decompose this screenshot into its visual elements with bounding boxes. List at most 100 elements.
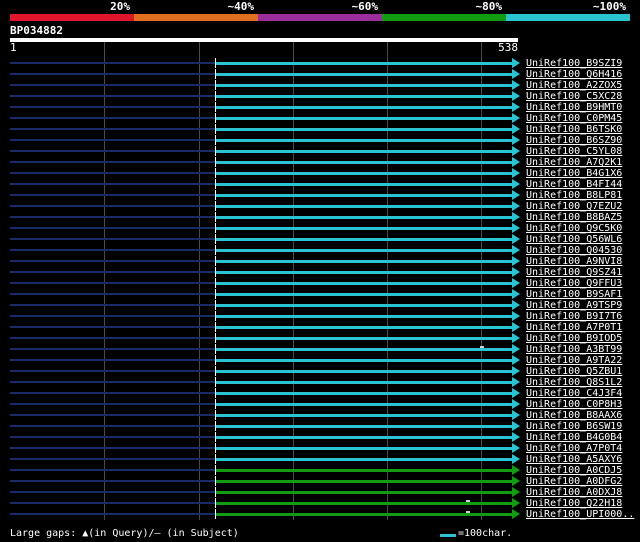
hit-row: UniRef100_A0DFG2 [0, 476, 640, 487]
hit-link[interactable]: UniRef100_Q8S1L2 [526, 377, 622, 388]
unaligned-region [10, 304, 215, 306]
unaligned-region [10, 337, 215, 339]
hit-link[interactable]: UniRef100_Q7EZU2 [526, 201, 622, 212]
hit-link[interactable]: UniRef100_A7Q2K1 [526, 157, 622, 168]
hit-alignment-bar[interactable] [216, 172, 512, 175]
hit-alignment-bar[interactable] [216, 425, 512, 428]
hit-alignment-bar[interactable] [216, 183, 512, 186]
hit-link[interactable]: UniRef100_B9IOD5 [526, 333, 622, 344]
hit-link[interactable]: UniRef100_B4G1X6 [526, 168, 622, 179]
hit-link[interactable]: UniRef100_A9TSP9 [526, 300, 622, 311]
hit-alignment-bar[interactable] [216, 326, 512, 329]
hit-alignment-bar[interactable] [216, 128, 512, 131]
hit-alignment-bar[interactable] [216, 458, 512, 461]
hit-link[interactable]: UniRef100_B9SAF1 [526, 289, 622, 300]
hit-link[interactable]: UniRef100_A3BT99 [526, 344, 622, 355]
strand-arrow-icon [512, 91, 520, 101]
strand-arrow-icon [512, 102, 520, 112]
hit-alignment-bar[interactable] [216, 447, 512, 450]
hit-alignment-bar[interactable] [216, 315, 512, 318]
unaligned-region [10, 469, 215, 471]
unaligned-region [10, 282, 215, 284]
strand-arrow-icon [512, 146, 520, 156]
hit-alignment-bar[interactable] [216, 348, 512, 351]
hit-alignment-bar[interactable] [216, 392, 512, 395]
hit-row: UniRef100_A7P0T1 [0, 322, 640, 333]
hit-alignment-bar[interactable] [216, 95, 512, 98]
hit-alignment-bar[interactable] [216, 502, 512, 505]
hit-link[interactable]: UniRef100_B8BAZ5 [526, 212, 622, 223]
hit-link[interactable]: UniRef100_Q6H416 [526, 69, 622, 80]
hit-link[interactable]: UniRef100_UPI000.. [526, 509, 634, 520]
hit-link[interactable]: UniRef100_A0DFG2 [526, 476, 622, 487]
hit-alignment-bar[interactable] [216, 403, 512, 406]
hit-link[interactable]: UniRef100_B6SW19 [526, 421, 622, 432]
hit-alignment-bar[interactable] [216, 337, 512, 340]
hit-link[interactable]: UniRef100_A7P0T4 [526, 443, 622, 454]
hit-alignment-bar[interactable] [216, 117, 512, 120]
hit-alignment-bar[interactable] [216, 293, 512, 296]
strand-arrow-icon [512, 421, 520, 431]
hit-alignment-bar[interactable] [216, 469, 512, 472]
hit-link[interactable]: UniRef100_C0P8H3 [526, 399, 622, 410]
unaligned-region [10, 161, 215, 163]
hit-link[interactable]: UniRef100_Q9SZ41 [526, 267, 622, 278]
unaligned-region [10, 491, 215, 493]
hit-alignment-bar[interactable] [216, 84, 512, 87]
hit-link[interactable]: UniRef100_Q9C5K0 [526, 223, 622, 234]
hit-link[interactable]: UniRef100_C5YL08 [526, 146, 622, 157]
hit-alignment-bar[interactable] [216, 150, 512, 153]
hit-alignment-bar[interactable] [216, 62, 512, 65]
hit-link[interactable]: UniRef100_C5XC28 [526, 91, 622, 102]
hit-link[interactable]: UniRef100_B8LP81 [526, 190, 622, 201]
hit-alignment-bar[interactable] [216, 480, 512, 483]
hit-alignment-bar[interactable] [216, 491, 512, 494]
hit-link[interactable]: UniRef100_A0CDJ5 [526, 465, 622, 476]
hit-link[interactable]: UniRef100_A7P0T1 [526, 322, 622, 333]
unaligned-region [10, 139, 215, 141]
strand-arrow-icon [512, 245, 520, 255]
hit-link[interactable]: UniRef100_C4J3F4 [526, 388, 622, 399]
unaligned-region [10, 447, 215, 449]
hit-alignment-bar[interactable] [216, 139, 512, 142]
hit-link[interactable]: UniRef100_B9HMT0 [526, 102, 622, 113]
hit-link[interactable]: UniRef100_B8AAX6 [526, 410, 622, 421]
hit-alignment-bar[interactable] [216, 513, 512, 516]
hit-alignment-bar[interactable] [216, 194, 512, 197]
hit-link[interactable]: UniRef100_B6SZ90 [526, 135, 622, 146]
hit-link[interactable]: UniRef100_A0DXJ8 [526, 487, 622, 498]
hit-link[interactable]: UniRef100_B9SZI9 [526, 58, 622, 69]
hit-alignment-bar[interactable] [216, 161, 512, 164]
hit-alignment-bar[interactable] [216, 370, 512, 373]
hit-alignment-bar[interactable] [216, 249, 512, 252]
hit-link[interactable]: UniRef100_Q9FFU3 [526, 278, 622, 289]
hit-link[interactable]: UniRef100_B4FI44 [526, 179, 622, 190]
hit-link[interactable]: UniRef100_A9NVI8 [526, 256, 622, 267]
hit-alignment-bar[interactable] [216, 359, 512, 362]
hit-link[interactable]: UniRef100_B4G0B4 [526, 432, 622, 443]
hit-link[interactable]: UniRef100_Q5ZBU1 [526, 366, 622, 377]
hit-alignment-bar[interactable] [216, 282, 512, 285]
hit-alignment-bar[interactable] [216, 216, 512, 219]
hit-alignment-bar[interactable] [216, 205, 512, 208]
hit-link[interactable]: UniRef100_Q22H18 [526, 498, 622, 509]
hit-alignment-bar[interactable] [216, 414, 512, 417]
hit-link[interactable]: UniRef100_C0PM45 [526, 113, 622, 124]
unaligned-region [10, 271, 215, 273]
hit-alignment-bar[interactable] [216, 271, 512, 274]
hit-link[interactable]: UniRef100_B6TSK0 [526, 124, 622, 135]
hit-link[interactable]: UniRef100_B9I7T6 [526, 311, 622, 322]
hit-alignment-bar[interactable] [216, 381, 512, 384]
hit-alignment-bar[interactable] [216, 227, 512, 230]
hit-alignment-bar[interactable] [216, 238, 512, 241]
hit-link[interactable]: UniRef100_Q56WL6 [526, 234, 622, 245]
hit-alignment-bar[interactable] [216, 304, 512, 307]
hit-link[interactable]: UniRef100_Q04530 [526, 245, 622, 256]
hit-link[interactable]: UniRef100_A9TA22 [526, 355, 622, 366]
hit-alignment-bar[interactable] [216, 106, 512, 109]
hit-alignment-bar[interactable] [216, 260, 512, 263]
hit-alignment-bar[interactable] [216, 73, 512, 76]
hit-link[interactable]: UniRef100_A2ZOX5 [526, 80, 622, 91]
hit-link[interactable]: UniRef100_A5AXY6 [526, 454, 622, 465]
hit-alignment-bar[interactable] [216, 436, 512, 439]
